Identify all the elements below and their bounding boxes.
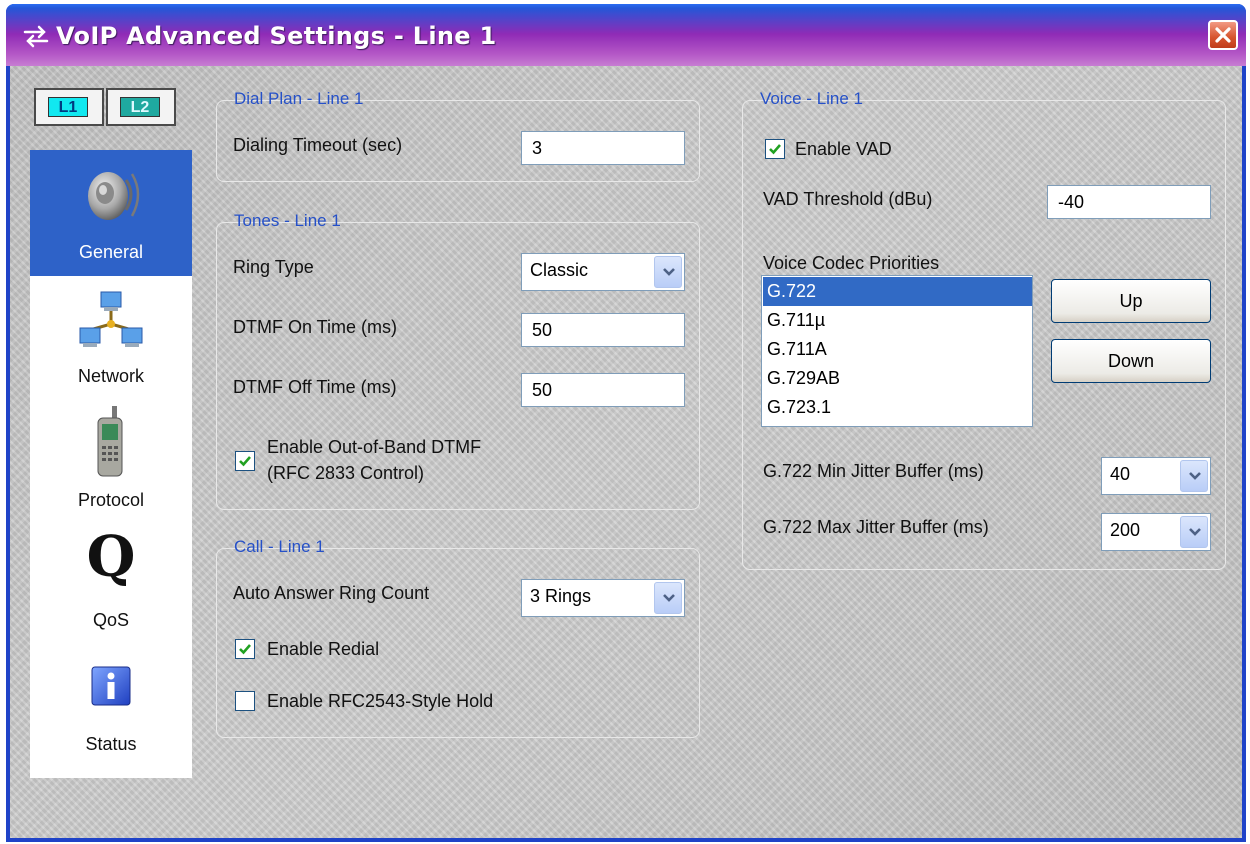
nav-label-general: General (78, 242, 144, 262)
list-item[interactable]: G.729AB (763, 364, 1032, 393)
list-item[interactable]: G.711µ (763, 306, 1032, 335)
nav-item-qos[interactable]: Q QoS (30, 522, 192, 646)
chevron-down-icon (1180, 516, 1208, 548)
vad-label: Enable VAD (795, 139, 892, 159)
chevron-down-icon (654, 582, 682, 614)
redial-checkbox[interactable] (235, 639, 255, 659)
dtmf-off-label: DTMF Off Time (ms) (233, 377, 397, 397)
checkmark-icon (239, 644, 251, 655)
nav-item-status[interactable]: Status (30, 646, 192, 770)
arrows-swap-icon (23, 25, 49, 48)
oob-dtmf-checkbox[interactable] (235, 451, 255, 471)
qos-icon: Q (86, 524, 136, 590)
dtmf-on-label: DTMF On Time (ms) (233, 317, 397, 337)
auto-answer-label: Auto Answer Ring Count (233, 583, 430, 603)
checkmark-icon (769, 144, 781, 155)
list-item[interactable]: G.722 (763, 277, 1032, 306)
checkmark-icon (239, 456, 251, 467)
vad-threshold-label: VAD Threshold (dBu) (763, 189, 933, 209)
oob-dtmf-label-line2: (RFC 2833 Control) (267, 463, 425, 483)
max-jitter-label: G.722 Max Jitter Buffer (ms) (763, 517, 989, 537)
dial-plan-group: Dial Plan - Line 1 Dialing Timeout (sec)… (216, 89, 700, 182)
dtmf-off-field[interactable]: 50 (521, 373, 685, 407)
speaker-icon (88, 172, 140, 220)
line-2-button[interactable]: L2 (106, 88, 176, 126)
nav-item-protocol[interactable]: Protocol (30, 398, 192, 522)
codec-priority-list[interactable]: G.722 G.711µ G.711A G.729AB G.723.1 (761, 275, 1033, 427)
ring-type-dropdown[interactable]: Classic (521, 253, 685, 291)
rfc2543-hold-checkbox[interactable] (235, 691, 255, 711)
nav-label-protocol: Protocol (77, 490, 145, 510)
min-jitter-value: 40 (1110, 464, 1131, 484)
dialog-client-area: L1 L2 General Network Protocol Q QoS Sta… (10, 66, 1242, 838)
oob-dtmf-label-line1: Enable Out-of-Band DTMF (267, 437, 482, 457)
nav-item-network[interactable]: Network (30, 276, 192, 398)
ring-type-value: Classic (530, 260, 589, 280)
voice-group-title: Voice - Line 1 (760, 89, 864, 108)
list-item[interactable]: G.711A (763, 335, 1032, 364)
phone-icon (97, 406, 123, 477)
dialing-timeout-field[interactable]: 3 (521, 131, 685, 165)
line-1-button[interactable]: L1 (34, 88, 104, 126)
min-jitter-label: G.722 Min Jitter Buffer (ms) (763, 461, 984, 481)
ring-type-label: Ring Type (233, 257, 314, 277)
close-icon (1215, 27, 1231, 43)
voice-group: Voice - Line 1 Enable VAD VAD Threshold … (742, 89, 1226, 570)
rfc2543-hold-label: Enable RFC2543-Style Hold (267, 691, 494, 711)
dial-plan-group-title: Dial Plan - Line 1 (234, 89, 364, 108)
call-group: Call - Line 1 Auto Answer Ring Count 3 R… (216, 537, 700, 738)
max-jitter-dropdown[interactable]: 200 (1101, 513, 1211, 551)
max-jitter-value: 200 (1110, 520, 1141, 540)
vad-threshold-field[interactable]: -40 (1047, 185, 1211, 219)
info-icon (91, 666, 131, 706)
tones-group: Tones - Line 1 Ring Type Classic DTMF On… (216, 211, 700, 510)
codec-priorities-label: Voice Codec Priorities (763, 253, 940, 273)
nav-label-network: Network (77, 366, 144, 386)
min-jitter-dropdown[interactable]: 40 (1101, 457, 1211, 495)
vad-checkbox[interactable] (765, 139, 785, 159)
nav-item-general[interactable]: General (30, 150, 192, 276)
network-icon (79, 291, 143, 347)
auto-answer-value: 3 Rings (530, 586, 592, 606)
close-button[interactable] (1208, 20, 1238, 50)
chevron-down-icon (1180, 460, 1208, 492)
nav-label-status: Status (85, 734, 137, 754)
line-1-label: L1 (48, 97, 88, 117)
call-group-title: Call - Line 1 (234, 537, 325, 556)
tones-group-title: Tones - Line 1 (234, 211, 341, 230)
list-item[interactable]: G.723.1 (763, 393, 1032, 422)
chevron-down-icon (654, 256, 682, 288)
auto-answer-dropdown[interactable]: 3 Rings (521, 579, 685, 617)
dialing-timeout-label: Dialing Timeout (sec) (233, 135, 403, 155)
dtmf-on-field[interactable]: 50 (521, 313, 685, 347)
up-button[interactable]: Up (1051, 279, 1211, 323)
title-bar[interactable]: VoIP Advanced Settings - Line 1 (6, 4, 1246, 66)
sidebar-nav: General Network Protocol Q QoS Status (30, 150, 192, 778)
down-button[interactable]: Down (1051, 339, 1211, 383)
window-title: VoIP Advanced Settings - Line 1 (56, 22, 497, 50)
nav-label-qos: QoS (92, 610, 130, 630)
dialog-window: VoIP Advanced Settings - Line 1 L1 L2 Ge… (6, 4, 1246, 842)
redial-label: Enable Redial (267, 639, 380, 659)
line-2-label: L2 (120, 97, 160, 117)
